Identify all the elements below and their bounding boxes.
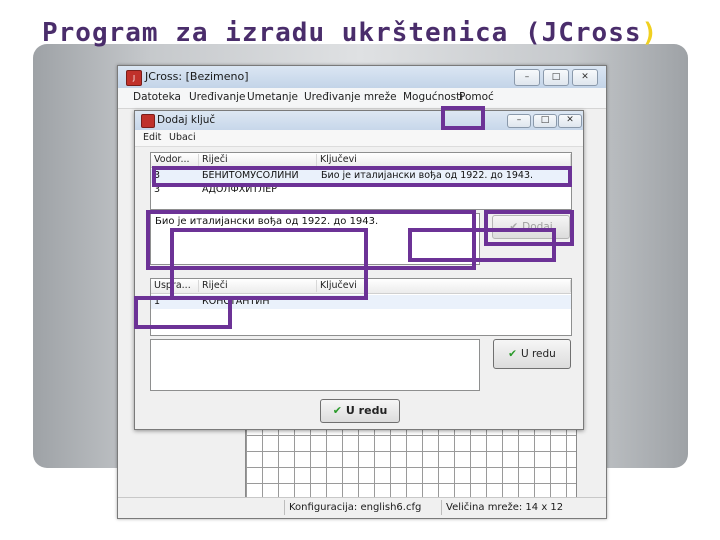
menu-datoteka[interactable]: Datoteka bbox=[133, 91, 181, 103]
window-titlebar[interactable]: J JCross: [Bezimeno] – □ ✕ bbox=[118, 66, 606, 89]
col-header-number[interactable]: Vodor... bbox=[151, 154, 199, 166]
highlight-box bbox=[170, 228, 368, 300]
window-title: JCross: [Bezimeno] bbox=[145, 70, 249, 83]
minimize-button[interactable]: – bbox=[514, 69, 540, 86]
app-icon: J bbox=[126, 70, 142, 86]
highlight-box bbox=[408, 228, 556, 262]
down-clue-text-input[interactable] bbox=[150, 339, 480, 391]
close-button[interactable]: ✕ bbox=[572, 69, 598, 86]
slide-title-text: Program za izradu ukrštenica (JCross bbox=[42, 18, 642, 48]
highlight-box bbox=[134, 296, 232, 329]
ok-small-label: U redu bbox=[520, 348, 556, 360]
menu-uredivanje-mreze[interactable]: Uređivanje mreže bbox=[304, 91, 397, 103]
menu-uredivanje[interactable]: Uređivanje bbox=[189, 91, 246, 103]
status-grid-size: Veličina mreže: 14 x 12 bbox=[441, 500, 596, 515]
dialog-title: Dodaj ključ bbox=[157, 114, 216, 126]
dialog-menubar: Edit Ubaci bbox=[135, 130, 583, 147]
dialog-menu-ubaci[interactable]: Ubaci bbox=[169, 132, 196, 143]
dialog-minimize-button[interactable]: – bbox=[507, 114, 531, 128]
dialog-menu-edit[interactable]: Edit bbox=[143, 132, 161, 143]
status-bar: Konfiguracija: english6.cfg Veličina mre… bbox=[118, 497, 606, 518]
highlight-box bbox=[441, 106, 485, 130]
menu-pomoc[interactable]: Pomoć bbox=[459, 91, 494, 103]
col-header-words[interactable]: Riječi bbox=[199, 154, 317, 166]
maximize-button[interactable]: □ bbox=[543, 69, 569, 86]
status-configuration: Konfiguracija: english6.cfg bbox=[284, 500, 439, 515]
slide-title: Program za izradu ukrštenica (JCross) bbox=[42, 18, 658, 48]
dialog-maximize-button[interactable]: □ bbox=[533, 114, 557, 128]
col-header-clues[interactable]: Ključevi bbox=[317, 154, 571, 166]
highlight-box bbox=[152, 166, 572, 187]
checkmark-icon: ✔ bbox=[332, 404, 342, 417]
checkmark-icon: ✔ bbox=[508, 348, 517, 360]
dialog-titlebar[interactable]: Dodaj ključ – □ ✕ bbox=[135, 111, 583, 131]
ok-button-label: U redu bbox=[345, 404, 388, 417]
slide-title-paren: ) bbox=[641, 18, 659, 48]
menu-mogucnosti[interactable]: Mogućnosti bbox=[403, 91, 463, 103]
ok-small-button[interactable]: ✔ U redu bbox=[493, 339, 571, 369]
dialog-close-button[interactable]: ✕ bbox=[558, 114, 582, 128]
ok-button[interactable]: ✔ U redu bbox=[320, 399, 400, 423]
dialog-app-icon bbox=[141, 114, 155, 128]
window-menubar: Datoteka Uređivanje Umetanje Uređivanje … bbox=[118, 88, 606, 109]
menu-umetanje[interactable]: Umetanje bbox=[247, 91, 298, 103]
